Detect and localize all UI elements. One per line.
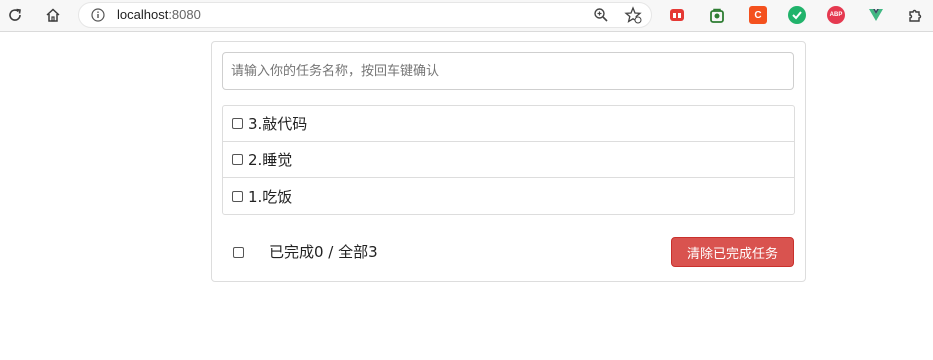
info-icon[interactable] (89, 6, 107, 24)
url-host: localhost (117, 7, 169, 22)
zoom-icon[interactable] (592, 6, 610, 24)
home-icon[interactable] (42, 4, 64, 26)
browser-toolbar: localhost:8080 C ABP (0, 0, 933, 32)
task-checkbox[interactable] (232, 190, 243, 202)
extension-c-icon[interactable]: C (749, 6, 767, 24)
vue-devtools-icon[interactable] (867, 6, 885, 24)
todo-footer: 已完成0 / 全部3 清除已完成任务 (222, 232, 795, 272)
task-item[interactable]: 2.睡觉 (223, 142, 794, 178)
reload-icon[interactable] (4, 4, 26, 26)
extension-c-label: C (754, 9, 762, 21)
task-label: 3.敲代码 (248, 115, 308, 133)
extension-red-icon[interactable] (668, 6, 686, 24)
task-item[interactable]: 1.吃饭 (223, 178, 794, 214)
todo-panel: 3.敲代码 2.睡觉 1.吃饭 已完成0 / 全部3 清除已完成任务 (211, 41, 806, 282)
extension-green-check-icon[interactable] (788, 6, 806, 24)
url-text: localhost:8080 (117, 7, 201, 22)
task-checkbox[interactable] (232, 154, 243, 165)
task-checkbox[interactable] (232, 118, 243, 129)
clear-completed-button[interactable]: 清除已完成任务 (671, 237, 794, 267)
extensions-puzzle-icon[interactable] (906, 6, 924, 24)
task-name-input[interactable] (222, 52, 794, 90)
task-list: 3.敲代码 2.睡觉 1.吃饭 (222, 105, 795, 215)
adblock-plus-label: ABP (829, 12, 843, 18)
completion-summary: 已完成0 / 全部3 (269, 243, 378, 261)
task-item[interactable]: 3.敲代码 (223, 106, 794, 142)
task-label: 1.吃饭 (248, 187, 293, 206)
adblock-plus-icon[interactable]: ABP (827, 6, 845, 24)
task-label: 2.睡觉 (248, 151, 293, 169)
extension-green-bag-icon[interactable] (708, 6, 726, 24)
url-port: :8080 (168, 7, 201, 22)
address-bar[interactable]: localhost:8080 (78, 2, 652, 28)
select-all-checkbox[interactable] (233, 247, 244, 258)
bookmark-star-icon[interactable] (624, 6, 642, 24)
